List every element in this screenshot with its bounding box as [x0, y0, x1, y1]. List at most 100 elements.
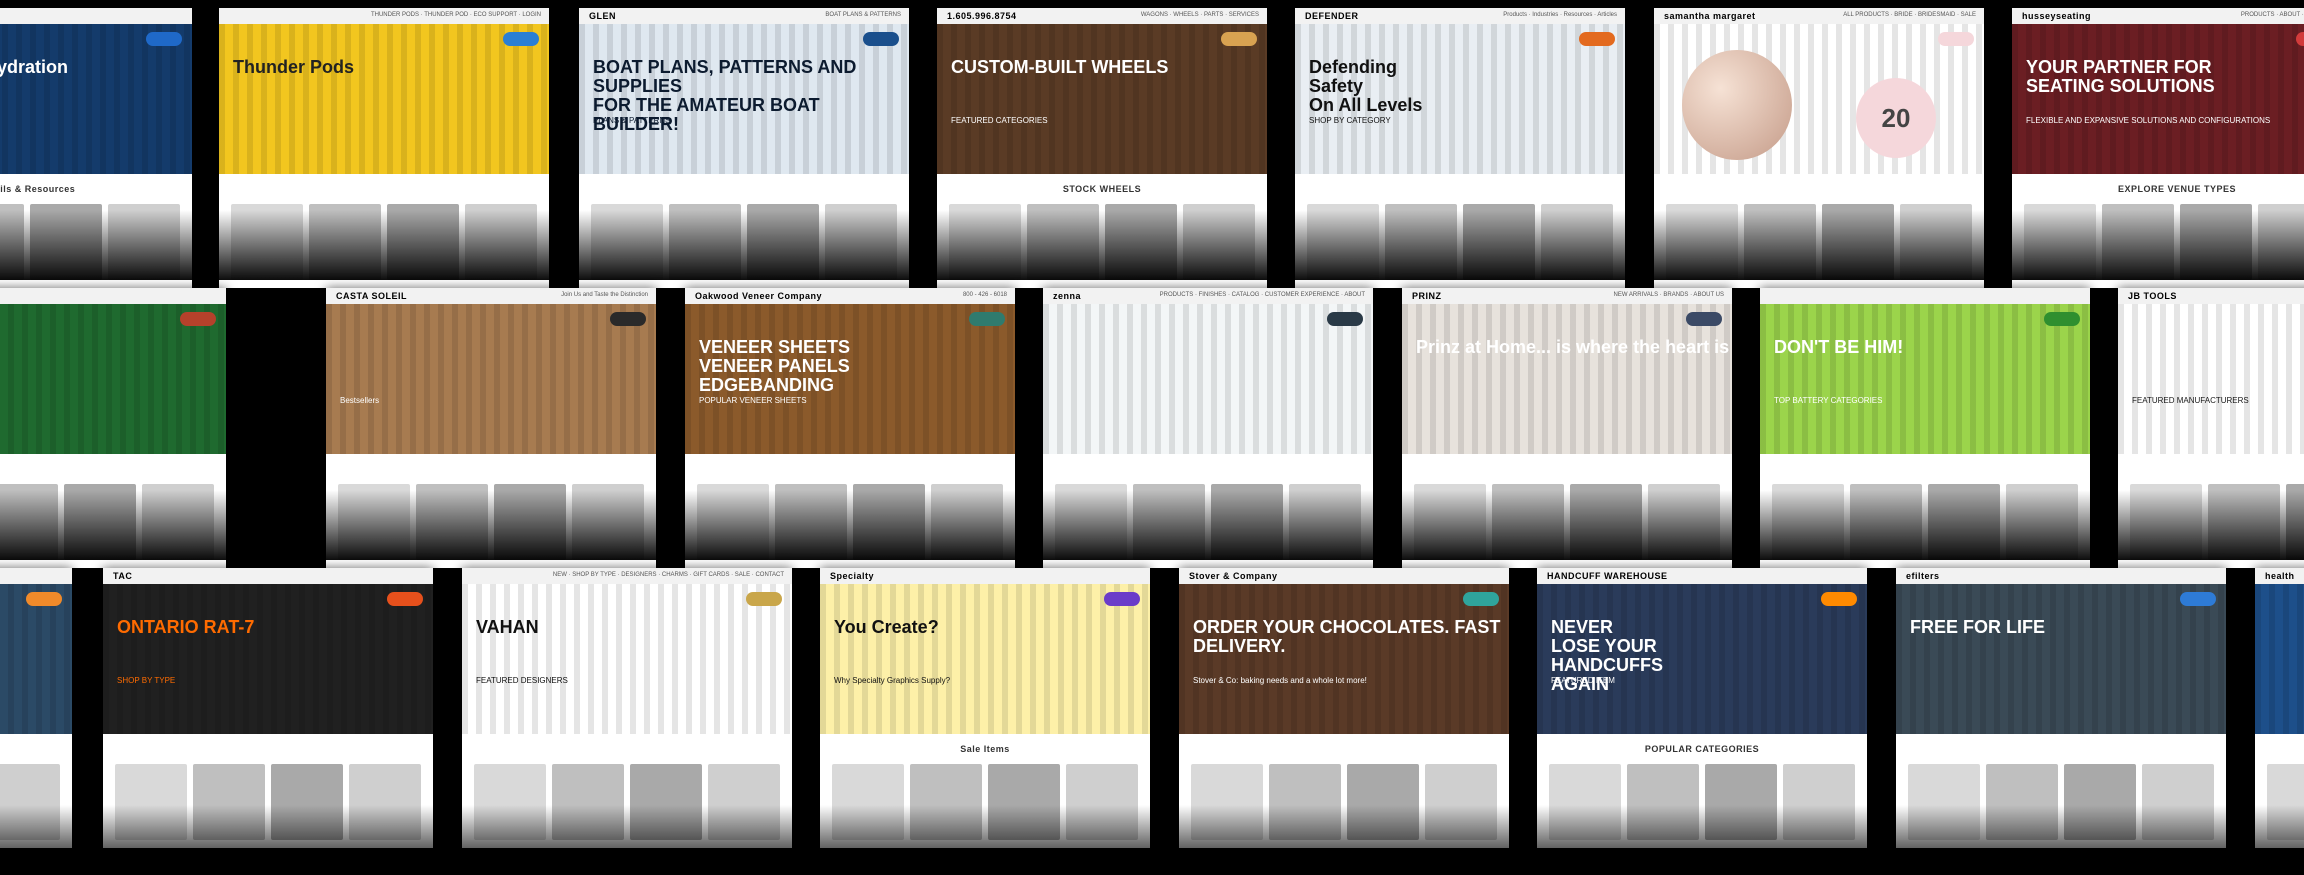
- site-logo[interactable]: CASTA SOLEIL: [336, 291, 407, 301]
- website-card[interactable]: Air & Gas Dehydration Details & Resources: [0, 8, 192, 288]
- product-tile[interactable]: [1783, 764, 1855, 840]
- site-logo[interactable]: PRINZ: [1412, 291, 1442, 301]
- product-tile[interactable]: [0, 484, 58, 560]
- product-tile[interactable]: [1269, 764, 1341, 840]
- site-logo[interactable]: TAC: [113, 571, 132, 581]
- product-tile[interactable]: [349, 764, 421, 840]
- product-tile[interactable]: [64, 484, 136, 560]
- website-card[interactable]: DEFENDER Products · Industries · Resource…: [1295, 8, 1625, 288]
- product-tile[interactable]: [1289, 484, 1361, 560]
- site-nav[interactable]: BOAT PLANS & PATTERNS: [825, 12, 901, 18]
- product-tile[interactable]: [2130, 484, 2202, 560]
- product-tile[interactable]: [231, 204, 303, 280]
- product-tile[interactable]: [1705, 764, 1777, 840]
- site-nav[interactable]: PRODUCTS · ABOUT · CONTACT: [2241, 12, 2304, 18]
- product-tile[interactable]: [775, 484, 847, 560]
- product-tile[interactable]: [1541, 204, 1613, 280]
- product-tile[interactable]: [2064, 764, 2136, 840]
- product-tile[interactable]: [1183, 204, 1255, 280]
- site-logo[interactable]: Stover & Company: [1189, 571, 1278, 581]
- product-tile[interactable]: [2208, 484, 2280, 560]
- product-tile[interactable]: [747, 204, 819, 280]
- site-logo[interactable]: GLEN: [589, 11, 616, 21]
- product-tile[interactable]: [1105, 204, 1177, 280]
- site-logo[interactable]: 1.605.996.8754: [947, 11, 1017, 21]
- product-tile[interactable]: [2286, 484, 2304, 560]
- product-tile[interactable]: [1570, 484, 1642, 560]
- site-nav[interactable]: NEW ARRIVALS · BRANDS · ABOUT US: [1614, 292, 1724, 298]
- product-tile[interactable]: [1908, 764, 1980, 840]
- product-tile[interactable]: [988, 764, 1060, 840]
- website-card[interactable]: zenna PRODUCTS · FINISHES · CATALOG · CUS…: [1043, 288, 1373, 568]
- product-tile[interactable]: [1648, 484, 1720, 560]
- website-card[interactable]: 1.605.996.8754 WAGONS · WHEELS · PARTS · …: [937, 8, 1267, 288]
- product-tile[interactable]: [572, 484, 644, 560]
- product-tile[interactable]: [115, 764, 187, 840]
- product-tile[interactable]: [0, 764, 60, 840]
- product-tile[interactable]: [1347, 764, 1419, 840]
- product-tile[interactable]: [30, 204, 102, 280]
- site-nav[interactable]: WAGONS · WHEELS · PARTS · SERVICES: [1141, 12, 1259, 18]
- product-tile[interactable]: [2142, 764, 2214, 840]
- product-tile[interactable]: [910, 764, 982, 840]
- product-tile[interactable]: [832, 764, 904, 840]
- product-tile[interactable]: [1666, 204, 1738, 280]
- product-tile[interactable]: [2024, 204, 2096, 280]
- site-nav[interactable]: Products · Industries · Resources · Arti…: [1503, 12, 1617, 18]
- website-card[interactable]: CASTA SOLEIL Join Us and Taste the Distin…: [326, 288, 656, 568]
- site-nav[interactable]: Join Us and Taste the Distinction: [561, 292, 648, 298]
- product-tile[interactable]: [1307, 204, 1379, 280]
- website-card[interactable]: efilters FREE FOR LIFE: [1896, 568, 2226, 848]
- website-card[interactable]: Stover & Company ORDER YOUR CHOCOLATES. F…: [1179, 568, 1509, 848]
- site-logo[interactable]: husseyseating: [2022, 11, 2091, 21]
- product-tile[interactable]: [1414, 484, 1486, 560]
- product-tile[interactable]: [1492, 484, 1564, 560]
- product-tile[interactable]: [853, 484, 925, 560]
- website-card[interactable]: GLEN BOAT PLANS & PATTERNS BOAT PLANS, PAT…: [579, 8, 909, 288]
- site-logo[interactable]: DEFENDER: [1305, 11, 1359, 21]
- website-card[interactable]: RIFLES: [0, 568, 72, 848]
- product-tile[interactable]: [1133, 484, 1205, 560]
- product-tile[interactable]: [1066, 764, 1138, 840]
- website-card[interactable]: health: [2255, 568, 2304, 848]
- website-card[interactable]: JB TOOLSWHAT TOOLS ARE YOU LOOKING FOR? F…: [2118, 288, 2304, 568]
- website-card[interactable]: Oakwood Veneer Company 800 - 426 - 6018 VE…: [685, 288, 1015, 568]
- site-logo[interactable]: HANDCUFF WAREHOUSE: [1547, 571, 1668, 581]
- product-tile[interactable]: [2006, 484, 2078, 560]
- website-card[interactable]: NEW · SHOP BY TYPE · DESIGNERS · CHARMS …: [462, 568, 792, 848]
- website-card[interactable]: THUNDER PODS · THUNDER POD · ECO SUPPORT…: [219, 8, 549, 288]
- product-tile[interactable]: [1055, 484, 1127, 560]
- site-logo[interactable]: Oakwood Veneer Company: [695, 291, 822, 301]
- product-tile[interactable]: [1900, 204, 1972, 280]
- product-tile[interactable]: [2258, 204, 2304, 280]
- product-tile[interactable]: [2102, 204, 2174, 280]
- website-card[interactable]: husseyseating PRODUCTS · ABOUT · CONTACT Y…: [2012, 8, 2304, 288]
- site-logo[interactable]: health: [2265, 571, 2295, 581]
- product-tile[interactable]: [1850, 484, 1922, 560]
- product-tile[interactable]: [697, 484, 769, 560]
- product-tile[interactable]: [1928, 484, 2000, 560]
- website-card[interactable]: TAC ONTARIO RAT-7 SHOP BY TYPE: [103, 568, 433, 848]
- site-nav[interactable]: THUNDER PODS · THUNDER POD · ECO SUPPORT…: [371, 12, 541, 18]
- product-tile[interactable]: [1211, 484, 1283, 560]
- website-card[interactable]: DON'T BE HIM! TOP BATTERY CATEGORIES: [1760, 288, 2090, 568]
- site-logo[interactable]: efilters: [1906, 571, 1940, 581]
- product-tile[interactable]: [552, 764, 624, 840]
- product-tile[interactable]: [1772, 484, 1844, 560]
- product-tile[interactable]: [1627, 764, 1699, 840]
- product-tile[interactable]: [474, 764, 546, 840]
- website-card[interactable]: Specialty You Create? Why Specialty Graphi…: [820, 568, 1150, 848]
- product-tile[interactable]: [1822, 204, 1894, 280]
- product-tile[interactable]: [2180, 204, 2252, 280]
- site-logo[interactable]: JB TOOLS: [2128, 291, 2177, 301]
- site-nav[interactable]: ALL PRODUCTS · BRIDE · BRIDESMAID · SALE: [1843, 12, 1976, 18]
- site-nav[interactable]: 800 - 426 - 6018: [963, 292, 1007, 298]
- website-card[interactable]: PRINZ NEW ARRIVALS · BRANDS · ABOUT US Pri…: [1402, 288, 1732, 568]
- website-card[interactable]: Illuminate: [0, 288, 226, 568]
- product-tile[interactable]: [416, 484, 488, 560]
- product-tile[interactable]: [338, 484, 410, 560]
- product-tile[interactable]: [387, 204, 459, 280]
- site-logo[interactable]: zenna: [1053, 291, 1081, 301]
- website-card[interactable]: HANDCUFF WAREHOUSE NEVER LOSE YOUR HANDCU…: [1537, 568, 1867, 848]
- site-nav[interactable]: PRODUCTS · FINISHES · CATALOG · CUSTOMER…: [1160, 292, 1365, 298]
